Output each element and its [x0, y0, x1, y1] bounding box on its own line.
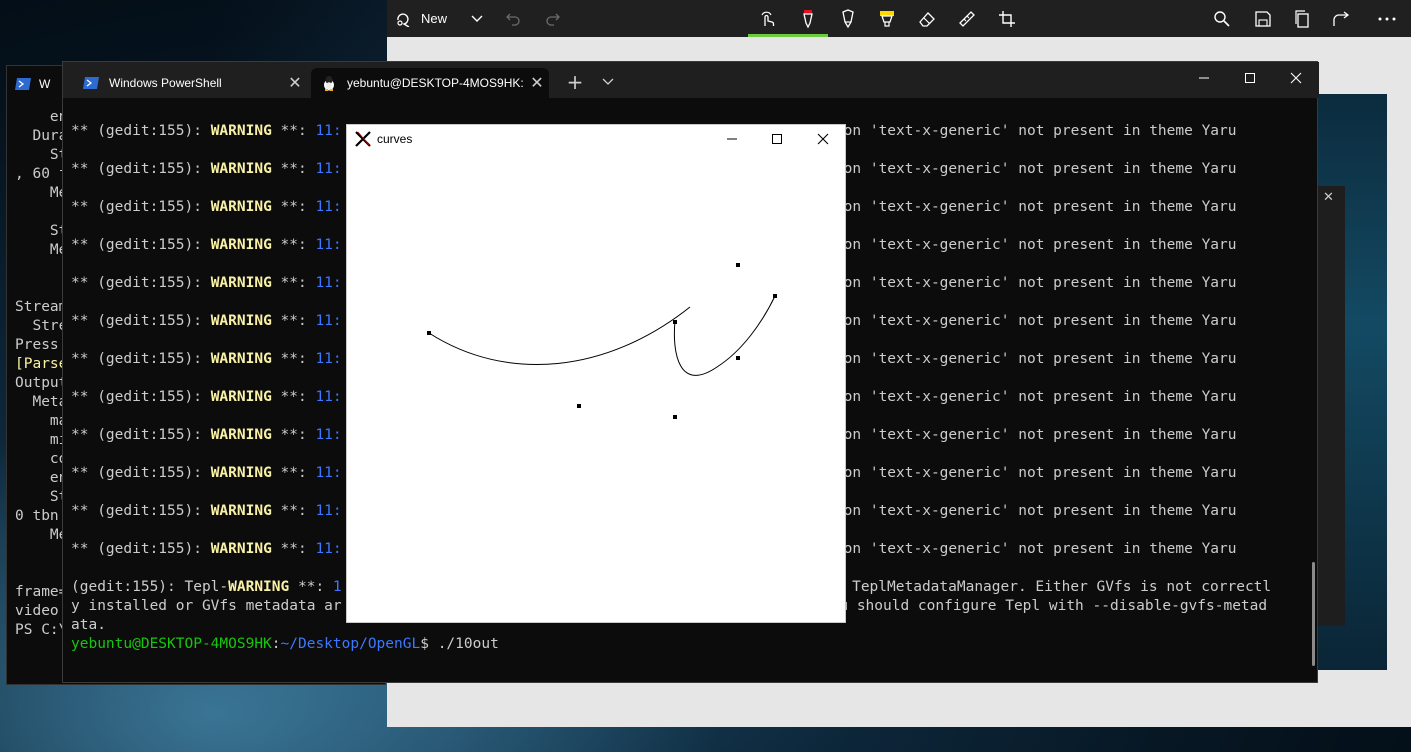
share-icon[interactable] [1324, 0, 1360, 37]
curves-titlebar: curves [347, 125, 845, 153]
ballpoint-pen-icon[interactable] [790, 0, 826, 37]
control-point[interactable] [577, 404, 581, 408]
control-point[interactable] [673, 415, 677, 419]
curves-title: curves [377, 132, 413, 146]
ps-tab-label: W [39, 77, 51, 91]
close-icon[interactable]: ✕ [1323, 190, 1334, 205]
save-icon[interactable] [1245, 0, 1281, 37]
tab-windows-powershell[interactable]: Windows PowerShell ✕ [73, 68, 307, 98]
close-icon[interactable] [1273, 62, 1319, 94]
more-icon[interactable] [1369, 0, 1405, 37]
close-tab-icon[interactable]: ✕ [525, 73, 549, 93]
minimize-icon[interactable] [709, 125, 755, 153]
tab-label: Windows PowerShell [109, 76, 222, 90]
snip-icon [397, 12, 410, 27]
sketch-side-panel: ✕ [1317, 186, 1345, 626]
active-tool-indicator [748, 34, 828, 37]
ruler-icon[interactable] [949, 0, 985, 37]
command-text: ./10out [437, 636, 499, 652]
tab-ubuntu[interactable]: yebuntu@DESKTOP-4MOS9HK: ✕ [311, 68, 549, 98]
sketch-toolbar: New [387, 0, 1411, 37]
new-snip-label: New [421, 11, 448, 26]
redo-icon[interactable] [535, 0, 571, 37]
touch-writing-icon[interactable] [750, 0, 786, 37]
x-window-system-icon [355, 131, 371, 147]
control-point[interactable] [427, 331, 431, 335]
zoom-icon[interactable] [1204, 0, 1240, 37]
undo-icon[interactable] [495, 0, 531, 37]
copy-icon[interactable] [1284, 0, 1320, 37]
tab-dropdown-chevron-icon[interactable] [597, 68, 619, 96]
eraser-icon[interactable] [909, 0, 945, 37]
pencil-icon[interactable] [830, 0, 866, 37]
powershell-icon [83, 75, 99, 91]
maximize-icon[interactable] [754, 125, 800, 153]
tab-label: yebuntu@DESKTOP-4MOS9HK: [347, 76, 524, 90]
control-point[interactable] [736, 263, 740, 267]
close-tab-icon[interactable]: ✕ [283, 73, 307, 93]
control-point[interactable] [673, 320, 677, 324]
close-icon[interactable] [800, 125, 846, 153]
control-point[interactable] [773, 294, 777, 298]
shell-prompt[interactable]: yebuntu@DESKTOP-4MOS9HK:~/Desktop/OpenGL… [71, 635, 1307, 654]
new-snip-button[interactable]: New [395, 0, 447, 37]
control-point[interactable] [736, 356, 740, 360]
new-dropdown-chevron-icon[interactable] [459, 0, 495, 37]
curves-canvas[interactable] [347, 153, 845, 623]
tux-linux-icon [321, 75, 337, 91]
crop-icon[interactable] [989, 0, 1025, 37]
minimize-icon[interactable] [1181, 62, 1227, 94]
maximize-icon[interactable] [1227, 62, 1273, 94]
new-tab-button[interactable]: + [563, 68, 587, 96]
highlighter-icon[interactable] [869, 0, 905, 37]
powershell-icon [15, 78, 31, 90]
bezier-curve-1 [428, 306, 691, 365]
terminal-scrollbar[interactable] [1312, 562, 1315, 666]
curves-window: curves [346, 124, 846, 623]
terminal-titlebar: Windows PowerShell ✕ yebuntu@DESKTOP-4MO… [63, 62, 1319, 98]
